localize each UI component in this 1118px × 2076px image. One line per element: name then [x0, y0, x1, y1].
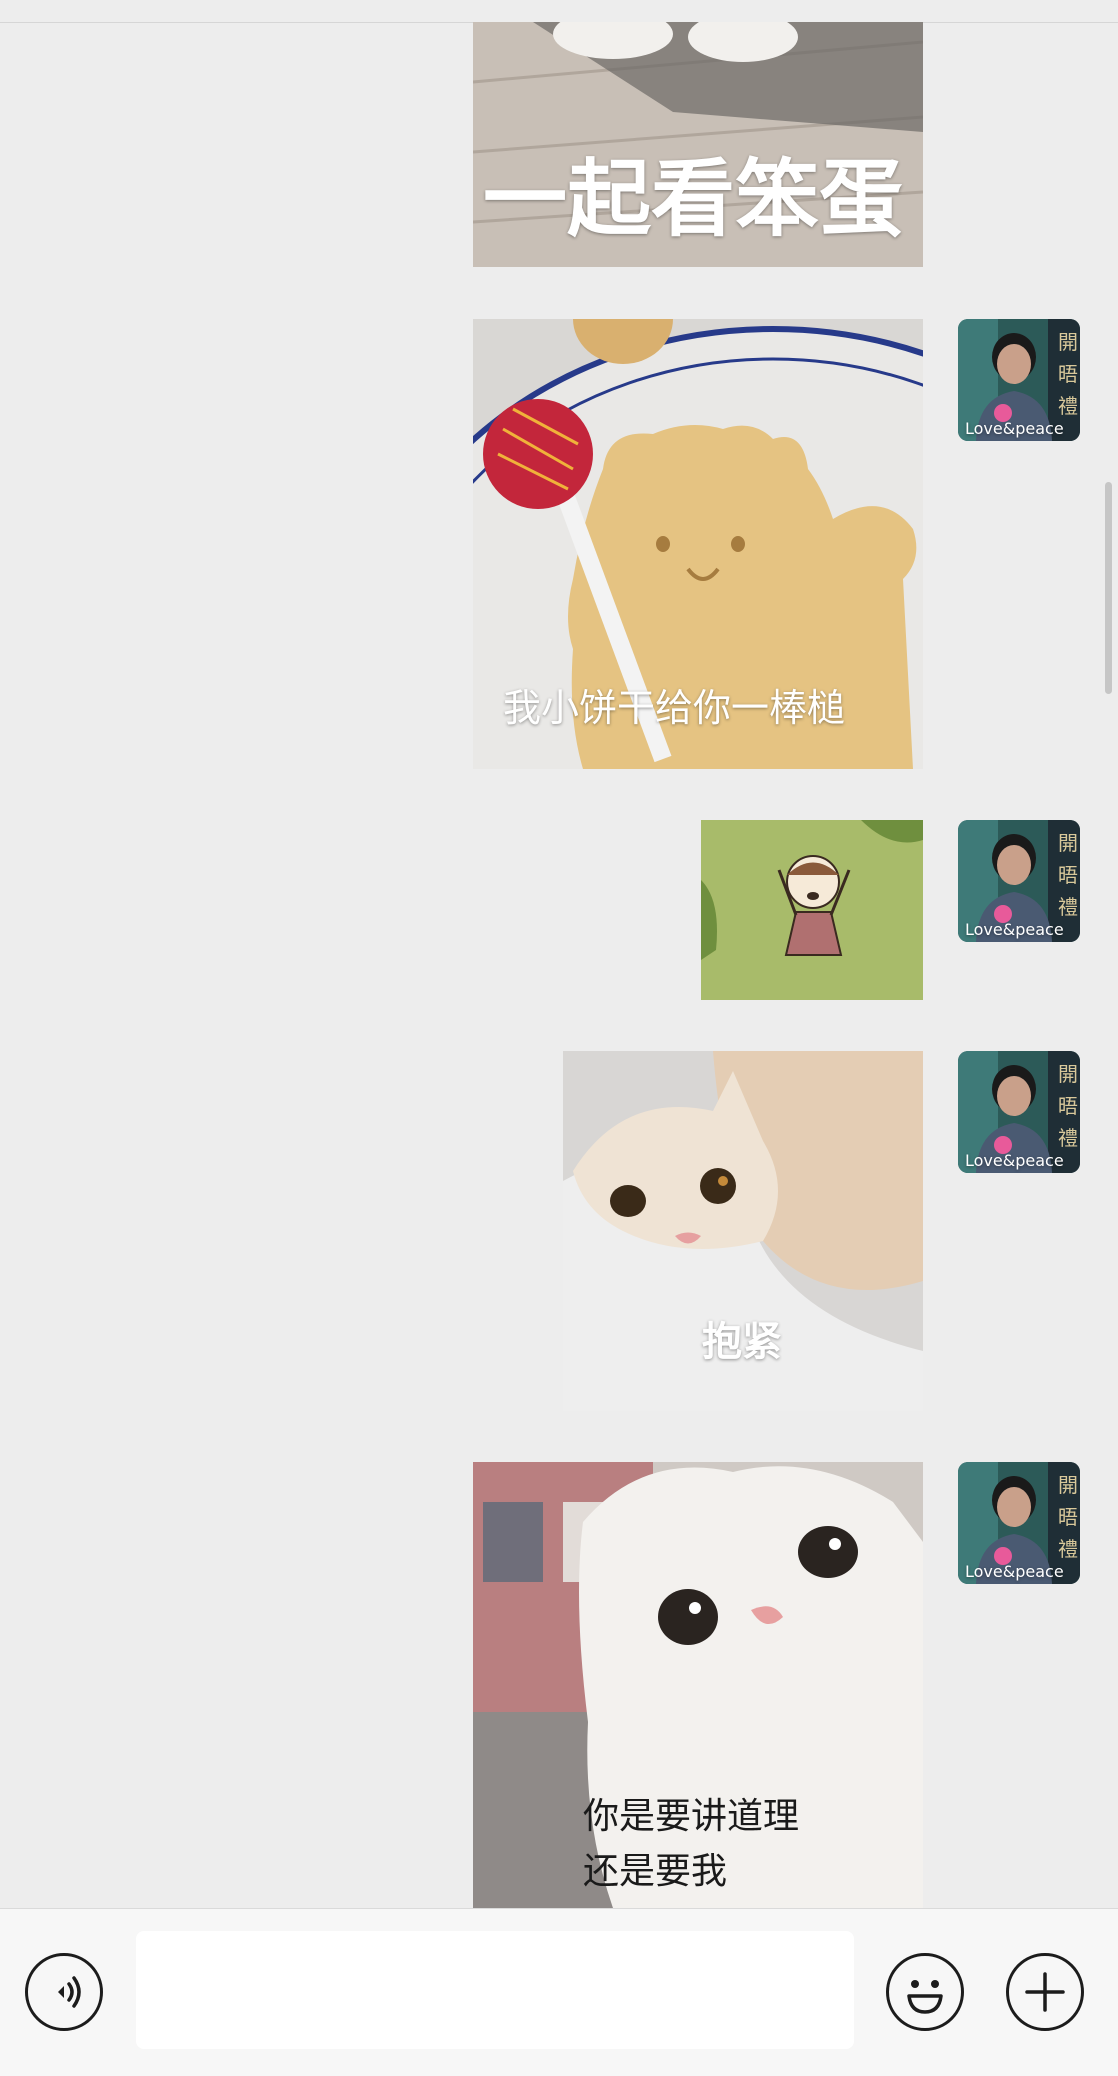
sticker-caption-2: 我小饼干给你一棒槌: [503, 686, 846, 730]
sticker-message-1[interactable]: 一起看笨蛋: [473, 22, 923, 267]
sender-avatar-1[interactable]: 開 晤 禮 Love&peace: [958, 319, 1080, 441]
svg-text:禮: 禮: [1058, 394, 1078, 418]
sticker-message-3[interactable]: [701, 820, 923, 1000]
message-input[interactable]: [136, 1931, 854, 2049]
svg-text:晤: 晤: [1058, 863, 1078, 887]
sticker-caption-5-line1: 你是要讲道理: [583, 1796, 800, 1837]
svg-text:晤: 晤: [1058, 1094, 1078, 1118]
sticker-message-4[interactable]: 抱紧: [563, 1051, 923, 1411]
top-divider: [0, 0, 1118, 23]
chat-input-bar: [0, 1908, 1118, 2076]
svg-text:晤: 晤: [1058, 1505, 1078, 1529]
svg-text:禮: 禮: [1058, 1126, 1078, 1150]
avatar-caption-1: Love&peace: [965, 419, 1064, 438]
avatar-caption-4: Love&peace: [965, 1562, 1064, 1581]
sticker-caption-5-line2: 还是要我: [583, 1851, 728, 1892]
voice-input-button[interactable]: [25, 1953, 103, 2031]
avatar-caption-3: Love&peace: [965, 1151, 1064, 1170]
emoji-button[interactable]: [886, 1953, 964, 2031]
svg-text:禮: 禮: [1058, 1537, 1078, 1561]
scrollbar-thumb[interactable]: [1105, 482, 1112, 694]
plus-icon: [1025, 1972, 1065, 2012]
svg-text:開: 開: [1058, 1473, 1078, 1497]
sticker-message-5[interactable]: 你是要讲道理 还是要我: [473, 1462, 923, 1908]
sender-avatar-3[interactable]: 開 晤 禮 Love&peace: [958, 1051, 1080, 1173]
sticker-caption-4: 抱紧: [702, 1319, 782, 1365]
svg-text:禮: 禮: [1058, 895, 1078, 919]
more-options-button[interactable]: [1006, 1953, 1084, 2031]
avatar-caption-2: Love&peace: [965, 920, 1064, 939]
sender-avatar-4[interactable]: 開 晤 禮 Love&peace: [958, 1462, 1080, 1584]
svg-text:開: 開: [1058, 831, 1078, 855]
voice-icon: [58, 1976, 81, 2008]
svg-text:開: 開: [1058, 330, 1078, 354]
sticker-caption-1: 一起看笨蛋: [483, 150, 904, 248]
sticker-image-3: [701, 820, 923, 1000]
svg-text:開: 開: [1058, 1062, 1078, 1086]
emoji-icon: [907, 1980, 943, 2014]
svg-text:晤: 晤: [1058, 362, 1078, 386]
sender-avatar-2[interactable]: 開 晤 禮 Love&peace: [958, 820, 1080, 942]
sticker-message-2[interactable]: 我小饼干给你一棒槌: [473, 319, 923, 769]
